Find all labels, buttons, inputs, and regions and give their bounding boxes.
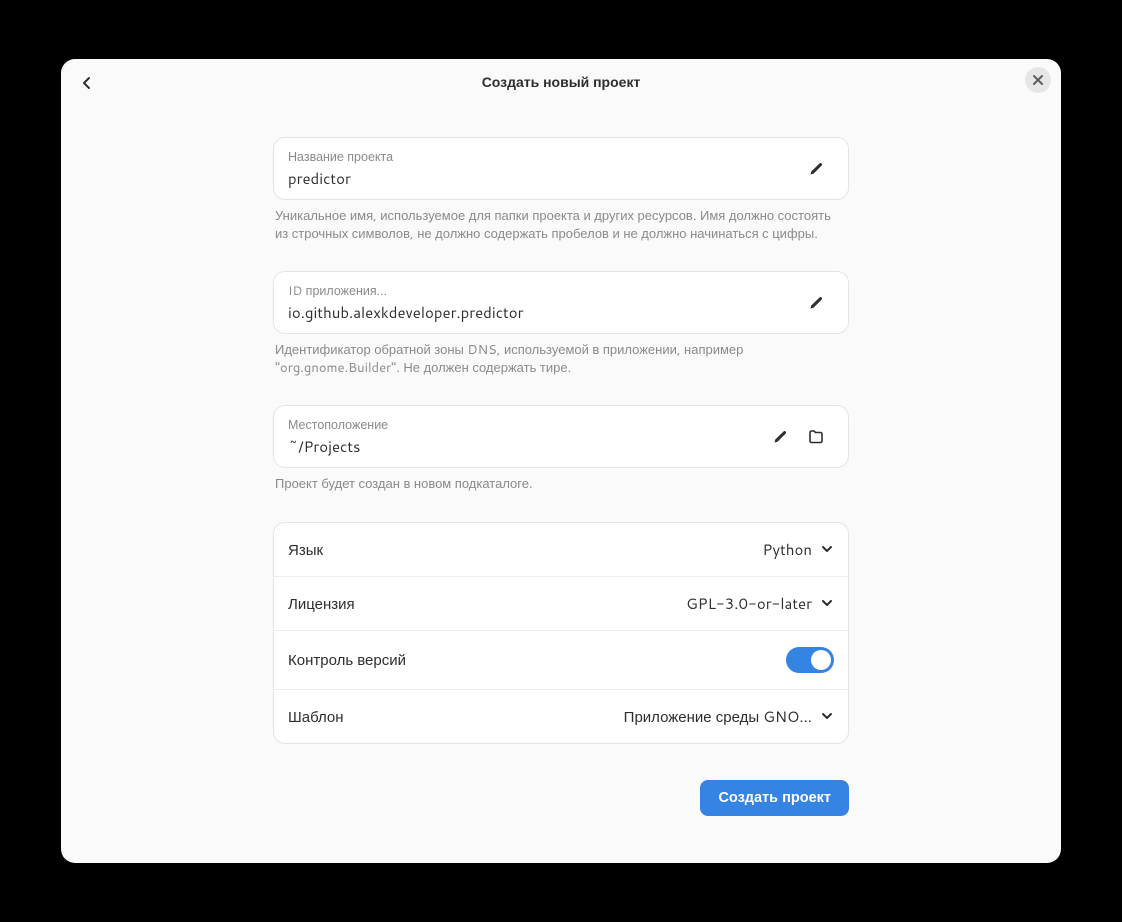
dialog-window: Создать новый проект Название проекта pr… [61, 59, 1061, 863]
vcs-label: Контроль версий [288, 649, 786, 670]
pencil-icon [772, 429, 788, 445]
license-label: Лицензия [288, 593, 686, 614]
location-row[interactable]: Местоположение ~/Projects [274, 406, 848, 467]
location-card: Местоположение ~/Projects [273, 405, 849, 468]
edit-app-id-button[interactable] [798, 285, 834, 321]
close-button[interactable] [1025, 67, 1051, 93]
project-name-card: Название проекта predictor [273, 137, 849, 200]
project-name-row[interactable]: Название проекта predictor [274, 138, 848, 199]
edit-project-name-button[interactable] [798, 151, 834, 187]
back-button[interactable] [71, 67, 103, 99]
vcs-toggle[interactable] [786, 647, 834, 673]
language-value: Python [763, 539, 812, 560]
language-label: Язык [288, 539, 763, 560]
location-label: Местоположение [288, 416, 762, 434]
folder-icon [808, 429, 824, 445]
app-id-card: ID приложения… io.github.alexkdeveloper.… [273, 271, 849, 334]
template-value: Приложение среды GNO… [624, 706, 812, 727]
project-name-label: Название проекта [288, 148, 798, 166]
chevron-down-icon [820, 596, 834, 610]
chevron-down-icon [820, 542, 834, 556]
vcs-row: Контроль версий [274, 631, 848, 690]
template-row[interactable]: Шаблон Приложение среды GNO… [274, 690, 848, 743]
header-bar: Создать новый проект [61, 59, 1061, 105]
project-name-value: predictor [288, 168, 798, 189]
app-id-help: Идентификатор обратной зоны DNS, использ… [275, 342, 847, 377]
location-help: Проект будет создан в новом подкаталоге. [275, 476, 847, 494]
location-value: ~/Projects [288, 436, 762, 457]
options-card: Язык Python Лицензия GPL-3.0-or-later Ко… [273, 522, 849, 744]
pencil-icon [808, 295, 824, 311]
dialog-title: Создать новый проект [482, 72, 641, 92]
app-id-row[interactable]: ID приложения… io.github.alexkdeveloper.… [274, 272, 848, 333]
create-project-button[interactable]: Создать проект [700, 780, 849, 816]
license-row[interactable]: Лицензия GPL-3.0-or-later [274, 577, 848, 631]
chevron-left-icon [79, 75, 95, 91]
app-id-value: io.github.alexkdeveloper.predictor [288, 302, 798, 323]
switch-knob [811, 650, 831, 670]
license-value: GPL-3.0-or-later [686, 593, 812, 614]
project-name-help: Уникальное имя, используемое для папки п… [275, 208, 847, 243]
app-id-label: ID приложения… [288, 282, 798, 300]
pencil-icon [808, 161, 824, 177]
browse-folder-button[interactable] [798, 419, 834, 455]
footer-actions: Создать проект [273, 780, 849, 816]
edit-location-button[interactable] [762, 419, 798, 455]
chevron-down-icon [820, 709, 834, 723]
form-content: Название проекта predictor Уникальное им… [273, 137, 849, 816]
template-label: Шаблон [288, 706, 624, 727]
language-row[interactable]: Язык Python [274, 523, 848, 577]
close-icon [1032, 74, 1044, 86]
